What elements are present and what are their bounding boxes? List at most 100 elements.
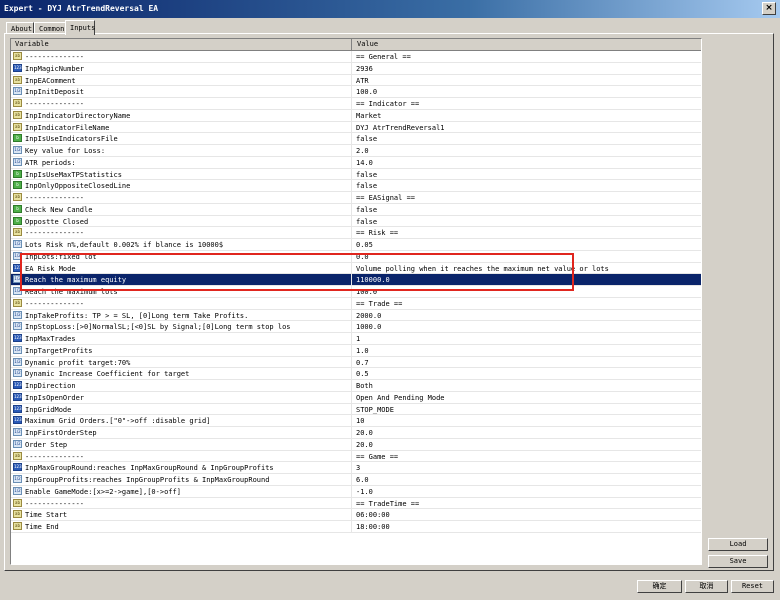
table-row[interactable]: b Oppostte Closed false [11, 215, 701, 228]
table-row[interactable]: 123 InpMaxGroupRound:reaches InpMaxGroupR… [11, 462, 701, 474]
variable-value[interactable]: == Trade == [356, 300, 402, 308]
variable-value[interactable]: == TradeTime == [356, 500, 419, 508]
table-row[interactable]: ab -------------- == Trade == [11, 297, 701, 310]
table-row[interactable]: 123 InpDirection Both [11, 380, 701, 392]
variable-value[interactable]: 0.0 [356, 253, 369, 261]
variable-value[interactable]: 3 [356, 464, 360, 472]
table-row[interactable]: 1/2 InpInitDeposit 100.0 [11, 86, 701, 98]
variable-value[interactable]: Open And Pending Mode [356, 394, 445, 402]
table-row[interactable]: 1/2 Dynamic Increase Coefficient for targ… [11, 368, 701, 380]
variable-value[interactable]: 1.0 [356, 347, 369, 355]
variable-value[interactable]: ATR [356, 77, 369, 85]
variable-value[interactable]: 06:00:00 [356, 511, 390, 519]
variable-value[interactable]: 100.0 [356, 288, 377, 296]
variable-value[interactable]: == Risk == [356, 229, 398, 237]
table-row[interactable]: ab -------------- == EASignal == [11, 192, 701, 204]
table-row[interactable]: ab -------------- == Indicator == [11, 98, 701, 110]
table-row[interactable]: 1/2 Key value for Loss: 2.0 [11, 145, 701, 157]
table-row[interactable]: 1/2 InpTakeProfits: TP > = SL, [0]Long te… [11, 309, 701, 322]
table-row[interactable]: 1/2 Dynamic profit target:70% 0.7 [11, 356, 701, 369]
table-row[interactable]: 1/2 Reach the maximum lots 100.0 [11, 286, 701, 298]
variable-value[interactable]: 20.0 [356, 441, 373, 449]
table-row[interactable]: 1/2 InpStopLoss:[>0]NormalSL;[<0]SL by Si… [11, 321, 701, 333]
table-row[interactable]: ab -------------- == TradeTime == [11, 497, 701, 510]
table-row[interactable]: ab InpIndicatorDirectoryName Market [11, 109, 701, 122]
table-row[interactable]: ab -------------- == General == [11, 51, 701, 63]
close-button[interactable]: × [762, 2, 776, 15]
table-row[interactable]: 123 InpGridMode STOP_MODE [11, 403, 701, 416]
variable-value[interactable]: == General == [356, 53, 411, 61]
title-bar: Expert - DYJ AtrTrendReversal EA × [0, 0, 780, 18]
table-row[interactable]: b InpIsUseIndicatorsFile false [11, 133, 701, 145]
table-row[interactable]: 1/2 Order Step 20.0 [11, 438, 701, 451]
reset-button[interactable]: Reset [731, 580, 774, 593]
table-row[interactable]: ab -------------- == Game == [11, 450, 701, 463]
table-row[interactable]: b InpOnlyOppositeClosedLine false [11, 180, 701, 192]
variable-value[interactable]: 10 [356, 417, 364, 425]
table-row[interactable]: 1/2 InpFirstOrderStep 20.0 [11, 427, 701, 439]
variable-name: InpGridMode [25, 405, 72, 414]
variable-value[interactable]: 20.0 [356, 429, 373, 437]
table-row[interactable]: 1/2 InpGroupProfits:reaches InpGroupProfi… [11, 474, 701, 486]
table-row[interactable]: b Check New Candle false [11, 203, 701, 216]
tab-inputs[interactable]: Inputs [65, 20, 95, 35]
table-row[interactable]: 123 InpIsOpenOrder Open And Pending Mode [11, 391, 701, 404]
integer-icon: 123 [13, 392, 22, 401]
variable-value[interactable]: 2936 [356, 65, 373, 73]
variable-value[interactable]: DYJ AtrTrendReversal1 [356, 124, 445, 132]
variable-value[interactable]: false [356, 135, 377, 143]
table-row[interactable]: 123 EA Risk Mode Volume polling when it re… [11, 262, 701, 275]
variable-value[interactable]: false [356, 182, 377, 190]
table-row[interactable]: ab -------------- == Risk == [11, 227, 701, 239]
column-header-value[interactable]: Value [357, 40, 378, 48]
variable-value[interactable]: == Indicator == [356, 100, 419, 108]
variable-name: ATR periods: [25, 158, 76, 167]
table-row[interactable]: ab InpEAComment ATR [11, 74, 701, 87]
variable-value[interactable]: 0.7 [356, 359, 369, 367]
table-row[interactable]: 1/2 Reach the maximum equity 110000.0 [11, 274, 701, 286]
table-row[interactable]: 123 Maximum Grid Orders.["0"->off :disabl… [11, 415, 701, 427]
variable-value[interactable]: 6.0 [356, 476, 369, 484]
variable-value[interactable]: Market [356, 112, 381, 120]
table-row[interactable]: 1/2 Lots Risk n%,default 0.002% if blance… [11, 239, 701, 251]
inputs-grid[interactable]: Variable Value ab -------------- == Genera… [10, 38, 702, 565]
variable-value[interactable]: 18:00:00 [356, 523, 390, 531]
cancel-button[interactable]: 取消 [685, 580, 728, 593]
variable-value[interactable]: 100.0 [356, 88, 377, 96]
column-separator[interactable] [351, 39, 352, 50]
table-row[interactable]: ab Time End 18:00:00 [11, 521, 701, 533]
variable-value[interactable]: -1.0 [356, 488, 373, 496]
ok-button[interactable]: 确定 [637, 580, 682, 593]
variable-value[interactable]: 0.5 [356, 370, 369, 378]
variable-value[interactable]: 110000.0 [356, 276, 390, 284]
variable-value[interactable]: 2.0 [356, 147, 369, 155]
variable-value[interactable]: 1000.0 [356, 323, 381, 331]
variable-name: InpTargetProfits [25, 346, 93, 355]
table-row[interactable]: 1/2 Enable GameMode:[x>=2->game],[0->off]… [11, 485, 701, 498]
variable-value[interactable]: false [356, 218, 377, 226]
table-row[interactable]: 1/2 InpLots:fixed lot 0.0 [11, 250, 701, 263]
table-row[interactable]: b InpIsUseMaxTPStatistics false [11, 168, 701, 181]
load-button[interactable]: Load [708, 538, 768, 551]
variable-value[interactable]: false [356, 206, 377, 214]
table-row[interactable]: 1/2 InpTargetProfits 1.0 [11, 344, 701, 357]
table-row[interactable]: 123 InpMagicNumber 2936 [11, 62, 701, 75]
table-row[interactable]: ab InpIndicatorFileName DYJ AtrTrendRevers… [11, 121, 701, 134]
table-row[interactable]: 1/2 ATR periods: 14.0 [11, 156, 701, 169]
variable-value[interactable]: == EASignal == [356, 194, 415, 202]
cell-separator [351, 438, 352, 450]
variable-value[interactable]: 14.0 [356, 159, 373, 167]
table-row[interactable]: 123 InpMaxTrades 1 [11, 333, 701, 345]
variable-value[interactable]: 0.05 [356, 241, 373, 249]
variable-value[interactable]: == Game == [356, 453, 398, 461]
save-button[interactable]: Save [708, 555, 768, 568]
variable-value[interactable]: STOP_MODE [356, 406, 394, 414]
column-header-variable[interactable]: Variable [15, 40, 49, 48]
variable-name: InpMagicNumber [25, 64, 85, 73]
variable-value[interactable]: Both [356, 382, 373, 390]
table-row[interactable]: ab Time Start 06:00:00 [11, 509, 701, 521]
variable-value[interactable]: Volume polling when it reaches the maxim… [356, 265, 609, 273]
variable-value[interactable]: false [356, 171, 377, 179]
variable-value[interactable]: 1 [356, 335, 360, 343]
variable-value[interactable]: 2000.0 [356, 312, 381, 320]
